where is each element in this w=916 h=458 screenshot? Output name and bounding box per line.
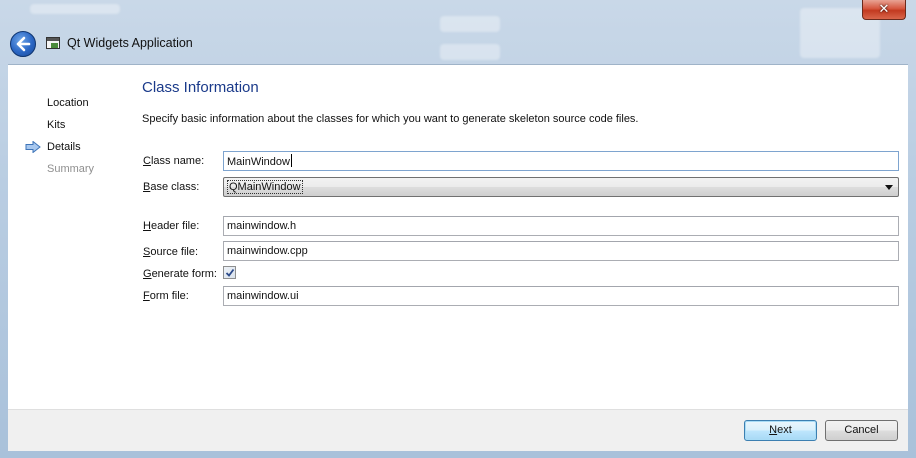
page-description: Specify basic information about the clas…	[142, 113, 639, 125]
title-bar: ✕	[0, 0, 916, 26]
generate-form-label: Generate form:	[143, 268, 217, 280]
step-summary: Summary	[47, 163, 95, 175]
close-button[interactable]: ✕	[862, 0, 906, 20]
checkmark-icon	[225, 268, 235, 277]
wizard-header: Qt Widgets Application	[8, 28, 908, 64]
close-icon: ✕	[878, 2, 890, 17]
form-file-label: Form file:	[143, 290, 189, 302]
chevron-down-icon	[885, 185, 893, 190]
next-button[interactable]: Next	[744, 420, 817, 441]
button-bar: Next Cancel	[8, 409, 908, 451]
base-class-select[interactable]: QMainWindow	[223, 177, 899, 197]
window-title: Qt Widgets Application	[67, 36, 193, 50]
step-details: Details	[47, 141, 81, 153]
back-arrow-icon	[16, 36, 31, 52]
dialog-window: ✕ Qt Widgets Application Location Kits D…	[0, 0, 916, 458]
class-name-label: Class name:	[143, 155, 205, 167]
header-file-label: Header file:	[143, 220, 200, 232]
generate-form-checkbox[interactable]	[223, 266, 236, 279]
right-arrow-icon	[25, 141, 41, 153]
window-app-icon	[46, 37, 60, 49]
page-title: Class Information	[142, 79, 259, 96]
header-file-input[interactable]: mainwindow.h	[223, 216, 899, 236]
wizard-steps: Location Kits Details Summary	[8, 65, 128, 410]
step-kits: Kits	[47, 119, 66, 131]
cancel-button[interactable]: Cancel	[825, 420, 898, 441]
base-class-label: Base class:	[143, 181, 200, 193]
form-file-input[interactable]: mainwindow.ui	[223, 286, 899, 306]
base-class-value: QMainWindow	[227, 180, 303, 194]
class-name-input[interactable]: MainWindow	[223, 151, 899, 171]
source-file-input[interactable]: mainwindow.cpp	[223, 241, 899, 261]
source-file-label: Source file:	[143, 246, 199, 258]
step-location: Location	[47, 97, 89, 109]
wizard-content: Location Kits Details Summary Class Info…	[8, 64, 908, 410]
back-button[interactable]	[10, 31, 36, 57]
